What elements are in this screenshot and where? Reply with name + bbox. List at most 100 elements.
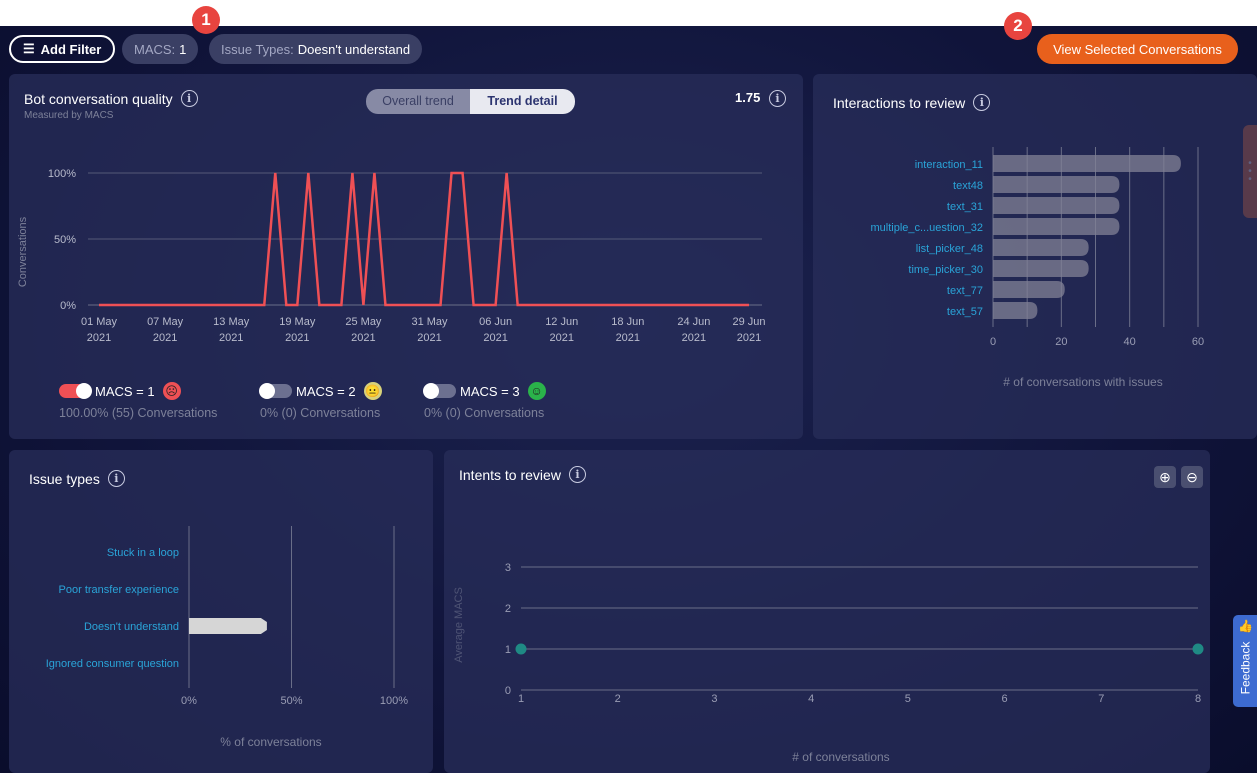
- y-tick-label: 1: [505, 644, 511, 656]
- y-tick-label: 0: [505, 685, 511, 697]
- x-tick-label: 8: [1195, 693, 1201, 705]
- x-tick-label: 2021: [417, 332, 441, 344]
- bar: [993, 218, 1120, 235]
- x-tick-label: 2021: [285, 332, 309, 344]
- y-axis-label: Conversations: [17, 216, 29, 287]
- data-point: [515, 643, 527, 655]
- x-tick-label: 18 Jun: [611, 316, 644, 328]
- annotation-badge-1: 1: [192, 6, 220, 34]
- category-label: text_77: [947, 285, 983, 297]
- x-tick-label: 5: [905, 693, 911, 705]
- thumbs-up-icon: 👍: [1238, 619, 1253, 633]
- x-tick-label: 19 May: [279, 316, 316, 328]
- x-tick-label: 2021: [616, 332, 640, 344]
- bar: [993, 239, 1089, 256]
- x-tick-label: 60: [1192, 336, 1204, 348]
- x-tick-label: 2: [615, 693, 621, 705]
- issue-types-bar-chart: 0% 50% 100% Stuck in a loop Poor transfer ex…: [46, 526, 408, 749]
- x-tick-label: 3: [711, 693, 717, 705]
- smile-icon: ☺: [527, 382, 546, 400]
- x-tick-label: 01 May: [81, 316, 118, 328]
- x-tick-label: 2021: [153, 332, 177, 344]
- y-tick-label: 50%: [54, 234, 76, 246]
- y-tick-label: 3: [505, 562, 511, 574]
- x-tick-label: 2021: [219, 332, 243, 344]
- x-tick-label: 0%: [181, 695, 197, 707]
- series-toggle[interactable]: [259, 383, 292, 399]
- x-tick-label: 07 May: [147, 316, 184, 328]
- x-tick-label: 50%: [280, 695, 302, 707]
- x-tick-label: 40: [1124, 336, 1136, 348]
- interactions-to-review-panel: Interactions to review i interaction_11 te…: [813, 74, 1257, 439]
- x-tick-label: 100%: [380, 695, 408, 707]
- x-tick-label: 2021: [682, 332, 706, 344]
- x-tick-label: 13 May: [213, 316, 250, 328]
- x-tick-label: 31 May: [411, 316, 448, 328]
- legend-label: MACS = 1: [95, 383, 155, 399]
- filter-chip-macs[interactable]: MACS: 1: [122, 34, 199, 64]
- y-tick-label: 100%: [48, 168, 76, 180]
- y-tick-label: 2: [505, 603, 511, 615]
- bar: [993, 155, 1181, 172]
- legend-count: 0% (0) Conversations: [260, 406, 381, 420]
- x-tick-label: 2021: [483, 332, 507, 344]
- legend-count: 0% (0) Conversations: [424, 406, 545, 420]
- legend-item: MACS = 2 😐 0% (0) Conversations: [259, 382, 382, 420]
- x-axis-label: # of conversations with issues: [1003, 375, 1162, 389]
- category-label: Poor transfer experience: [59, 584, 179, 596]
- legend-label: MACS = 3: [460, 383, 520, 399]
- quality-line-chart: 0% 50% 100% Conversations 01 May 2021 07 May 20…: [17, 168, 766, 344]
- x-tick-label: 06 Jun: [479, 316, 512, 328]
- filter-chip-issue-types[interactable]: Issue Types: Doesn't understand: [209, 34, 423, 64]
- series-toggle[interactable]: [423, 383, 456, 399]
- x-tick-label: 2021: [549, 332, 573, 344]
- x-tick-label: 20: [1055, 336, 1067, 348]
- legend-item: MACS = 3 ☺ 0% (0) Conversations: [423, 382, 546, 420]
- frown-icon: ☹: [162, 382, 181, 400]
- x-tick-label: 2021: [737, 332, 761, 344]
- legend-item: MACS = 1 ☹ 100.00% (55) Conversations: [59, 382, 217, 420]
- x-tick-label: 4: [808, 693, 814, 705]
- add-filter-button[interactable]: ☰ Add Filter: [9, 35, 116, 63]
- category-label: list_picker_48: [916, 243, 983, 255]
- x-tick-label: 24 Jun: [677, 316, 710, 328]
- bar: [993, 260, 1089, 277]
- series-toggle[interactable]: [59, 383, 92, 399]
- category-label: Doesn't understand: [84, 621, 179, 633]
- interactions-bar-chart: interaction_11 text48 text_31 multiple_c...…: [870, 147, 1204, 389]
- x-tick-label: 25 May: [345, 316, 382, 328]
- app: ☰ Add Filter MACS: 1 Issue Types: Doesn't u…: [0, 26, 1257, 773]
- x-axis-label: % of conversations: [220, 735, 321, 749]
- annotation-badge-2: 2: [1004, 12, 1032, 40]
- bar: [993, 176, 1120, 193]
- bar: [993, 197, 1120, 214]
- y-tick-label: 0%: [60, 300, 76, 312]
- y-axis-label: Average MACS: [453, 587, 465, 663]
- legend-label: MACS = 2: [296, 383, 356, 399]
- x-tick-label: 2021: [87, 332, 111, 344]
- bar: [993, 281, 1065, 298]
- x-tick-label: 0: [990, 336, 996, 348]
- feedback-tab[interactable]: 👍 Feedback: [1233, 615, 1257, 707]
- category-label: text_31: [947, 201, 983, 213]
- issue-types-panel: Issue types i 0% 50% 100% Stuck in a loop Poo…: [9, 450, 433, 773]
- data-point: [1192, 643, 1204, 655]
- category-label: text_57: [947, 306, 983, 318]
- x-axis-label: # of conversations: [792, 750, 889, 764]
- x-tick-label: 29 Jun: [732, 316, 765, 328]
- filter-icon: ☰: [23, 41, 35, 56]
- neutral-icon: 😐: [363, 382, 382, 400]
- category-label: interaction_11: [915, 159, 983, 171]
- x-tick-label: 6: [1002, 693, 1008, 705]
- x-tick-label: 1: [518, 693, 524, 705]
- x-tick-label: 7: [1098, 693, 1104, 705]
- category-label: Ignored consumer question: [46, 658, 179, 670]
- view-selected-conversations-button[interactable]: View Selected Conversations: [1037, 34, 1238, 64]
- x-tick-label: 12 Jun: [545, 316, 578, 328]
- category-label: time_picker_30: [908, 264, 983, 276]
- bar: [189, 618, 267, 634]
- category-label: text48: [953, 180, 983, 192]
- legend-count: 100.00% (55) Conversations: [59, 406, 218, 420]
- x-tick-label: 2021: [351, 332, 375, 344]
- category-label: multiple_c...uestion_32: [870, 222, 983, 234]
